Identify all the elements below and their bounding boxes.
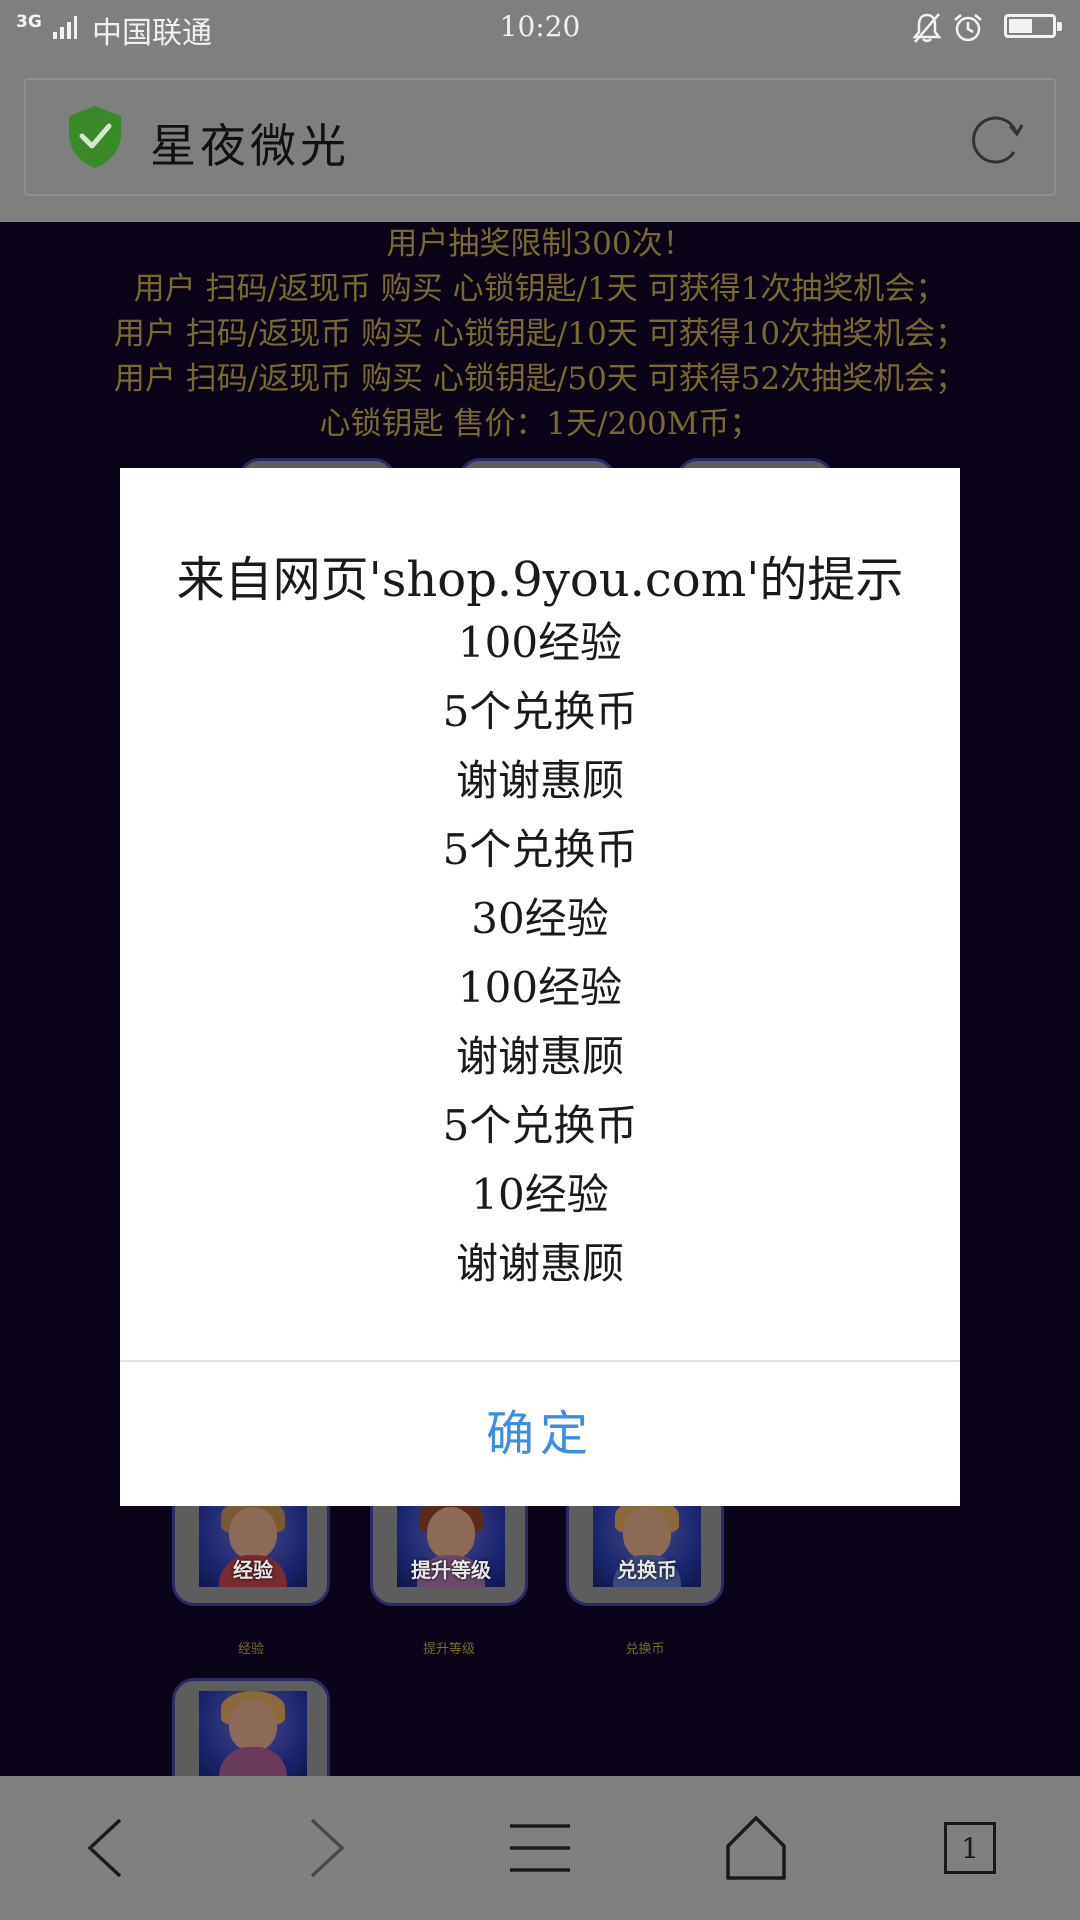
menu-icon[interactable]	[504, 1812, 576, 1884]
battery-icon	[1004, 14, 1062, 38]
dialog-title: 来自网页'shop.9you.com'的提示	[176, 552, 904, 608]
result-line: 5个兑换币	[442, 687, 638, 736]
card-caption: 兑换币	[625, 1642, 665, 1657]
character-image: 经验	[199, 1499, 307, 1587]
card-caption: 经验	[237, 1642, 264, 1657]
back-icon[interactable]	[70, 1812, 142, 1884]
result-line: 5个兑换币	[442, 1101, 638, 1150]
dialog-message: 100经验 5个兑换币 谢谢惠顾 5个兑换币 30经验 100经验 谢谢惠顾 5…	[120, 608, 960, 1298]
result-line: 100经验	[457, 963, 623, 1012]
result-line: 谢谢惠顾	[455, 756, 624, 805]
notice-line: 心锁钥匙 售价：1天/200M币；	[319, 406, 761, 442]
card-caption: 提升等级	[422, 1642, 475, 1657]
home-icon[interactable]	[720, 1812, 792, 1884]
confirm-button[interactable]: 确定	[120, 1362, 960, 1506]
page-title: 星夜微光	[150, 119, 350, 173]
browser-toolbar: 星夜微光	[0, 56, 1080, 222]
address-bar[interactable]: 星夜微光	[24, 78, 1056, 196]
bell-muted-icon	[912, 13, 942, 43]
character-image: 兑换币	[593, 1499, 701, 1587]
character-image: 提升等级	[397, 1499, 505, 1587]
notice-line: 用户 扫码/返现币 购买 心锁钥匙/1天 可获得1次抽奖机会；	[133, 271, 947, 307]
notice-line: 用户 扫码/返现币 购买 心锁钥匙/10天 可获得10次抽奖机会；	[113, 316, 967, 352]
result-line: 30经验	[471, 894, 609, 943]
forward-icon[interactable]	[290, 1812, 362, 1884]
bottom-navigation: 1	[0, 1776, 1080, 1920]
tabs-icon[interactable]: 1	[944, 1822, 996, 1874]
result-line: 谢谢惠顾	[455, 1032, 624, 1081]
alarm-icon	[954, 14, 982, 42]
notice-line: 用户抽奖限制300次！	[386, 226, 694, 262]
alert-dialog: 来自网页'shop.9you.com'的提示 100经验 5个兑换币 谢谢惠顾 …	[120, 468, 960, 1506]
result-line: 谢谢惠顾	[455, 1239, 624, 1288]
result-line: 10经验	[471, 1170, 609, 1219]
character-image	[199, 1691, 307, 1776]
card-label: 经验	[233, 1558, 273, 1582]
notice-line: 用户 扫码/返现币 购买 心锁钥匙/50天 可获得52次抽奖机会；	[113, 361, 967, 397]
reload-icon[interactable]	[966, 108, 1026, 168]
status-bar: 3G 中国联通 10:20	[0, 0, 1080, 56]
result-line: 5个兑换币	[442, 825, 638, 874]
result-line: 100经验	[457, 618, 623, 667]
lottery-notice: 用户抽奖限制300次！ 用户 扫码/返现币 购买 心锁钥匙/1天 可获得1次抽奖…	[0, 222, 1080, 447]
shield-check-icon	[69, 106, 121, 168]
card-label: 兑换币	[617, 1558, 677, 1582]
card-label: 提升等级	[411, 1558, 491, 1582]
prize-card-partial[interactable]	[172, 1678, 330, 1776]
battery-level	[1009, 19, 1033, 33]
